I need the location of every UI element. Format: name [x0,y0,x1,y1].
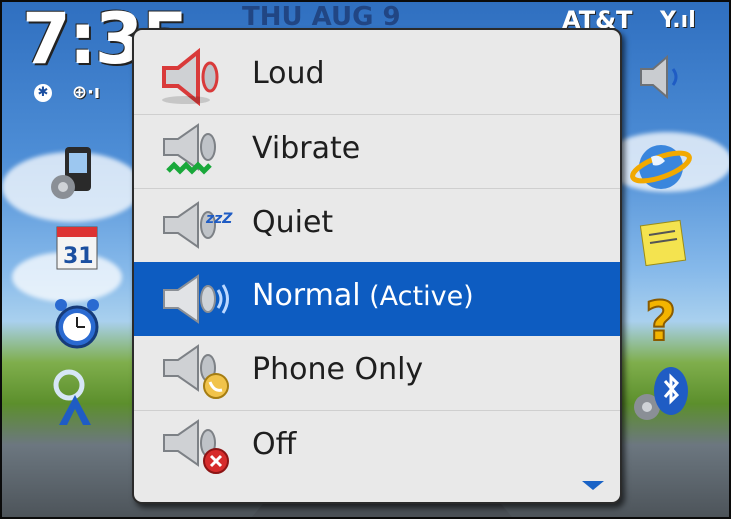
help-icon[interactable]: ? [630,286,696,352]
profile-item-off[interactable]: Off [134,410,620,484]
profiles-menu: Loud Vibrate zzZ Quiet Normal (Active) P… [132,28,622,504]
bluetooth-settings-icon[interactable] [628,362,694,428]
svg-text:?: ? [645,290,676,350]
speaker-normal-icon [156,270,236,328]
speaker-vibrate-icon [156,123,236,181]
profile-label: Normal (Active) [252,278,474,313]
profile-label: Quiet [252,205,334,240]
setup-wizard-icon[interactable] [42,140,108,206]
profile-label: Phone Only [252,352,424,387]
home-screen: 7:35 THU AUG 9 AT&T Y.ıl ✱ ⊕·ı 31 ? Loud [0,0,731,519]
profile-item-loud[interactable]: Loud [134,40,620,114]
bluetooth-status-icon: ✱ [34,84,52,102]
profile-label: Off [252,427,297,462]
signal-strength-icon: Y.ıl [660,8,696,33]
speaker-quiet-icon: zzZ [156,197,236,255]
profile-label: Vibrate [252,131,361,166]
active-indicator: (Active) [360,281,474,312]
alarm-clock-icon[interactable] [44,290,110,356]
memo-pad-icon[interactable] [630,210,696,276]
network-status-icon: ⊕·ı [72,82,101,103]
scroll-down-icon[interactable] [582,481,604,490]
speaker-phone-only-icon [156,344,236,402]
profile-label: Loud [252,56,325,91]
browser-icon[interactable] [628,134,694,200]
sound-profile-icon[interactable] [630,44,696,110]
speaker-off-icon [156,419,236,477]
svg-text:31: 31 [63,244,94,269]
calendar-icon[interactable]: 31 [46,214,112,280]
profile-item-quiet[interactable]: zzZ Quiet [134,188,620,262]
search-icon[interactable] [44,364,110,430]
speaker-loud-icon [156,47,236,107]
profile-item-phone-only[interactable]: Phone Only [134,336,620,410]
profile-item-normal[interactable]: Normal (Active) [134,262,620,336]
svg-text:zzZ: zzZ [205,211,233,227]
profile-item-vibrate[interactable]: Vibrate [134,114,620,188]
